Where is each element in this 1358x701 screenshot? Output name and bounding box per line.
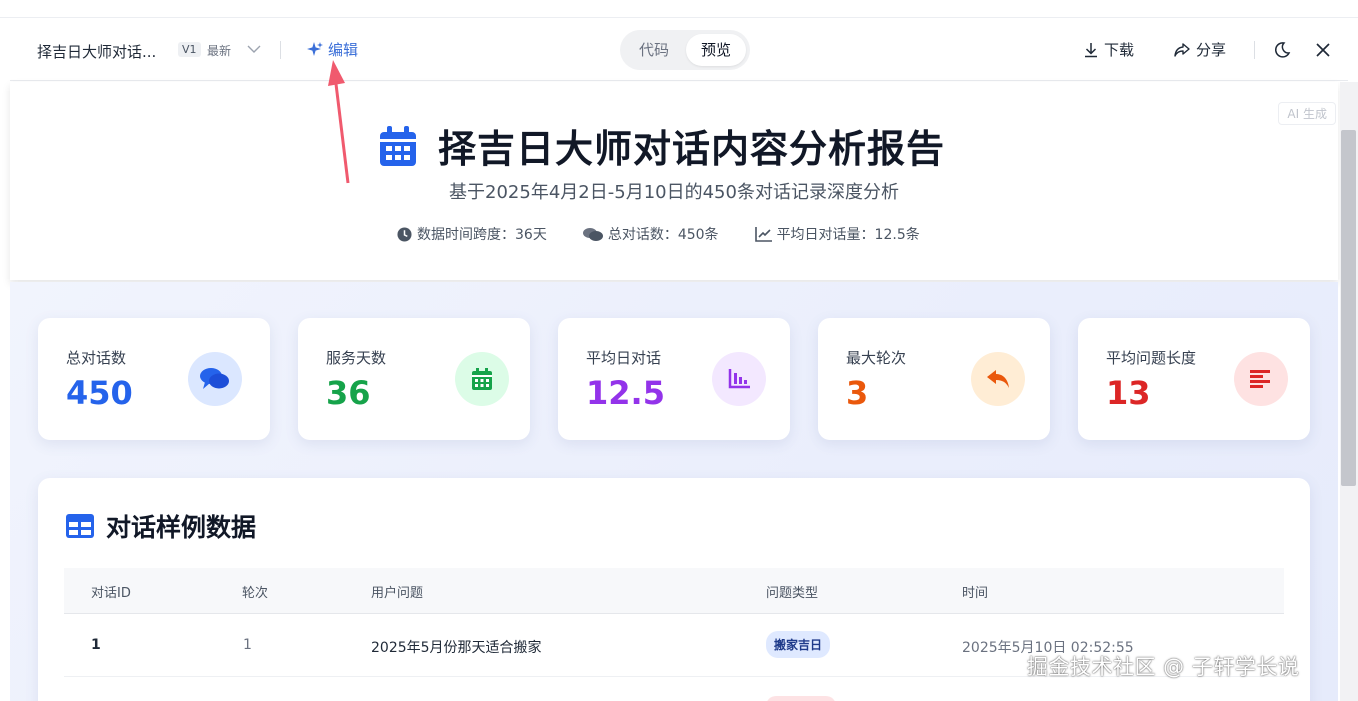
clock-icon <box>397 226 412 242</box>
report-meta: 数据时间跨度：36天 总对话数：450条 平均日对话量：12.5条 <box>397 224 920 244</box>
report-header: AI 生成 择吉日大师对话内容分析报告 基于2025年4月2日-5月10日的45… <box>10 82 1338 280</box>
report-subtitle: 基于2025年4月2日-5月10日的450条对话记录深度分析 <box>449 182 899 203</box>
column-header[interactable]: 问题类型 <box>766 582 818 601</box>
scrollbar-thumb[interactable] <box>1341 130 1356 486</box>
moon-icon <box>1274 42 1291 58</box>
tab-code[interactable]: 代码 <box>626 34 682 66</box>
download-icon <box>1085 42 1097 57</box>
column-header[interactable]: 用户问题 <box>371 582 423 601</box>
stat-card-max-round: 最大轮次 3 <box>818 318 1050 440</box>
edit-label: 编辑 <box>328 41 359 59</box>
stat-value: 450 <box>66 374 133 412</box>
meta-avg: 平均日对话量：12.5条 <box>754 224 920 244</box>
meta-time-span-text: 数据时间跨度：36天 <box>417 227 547 243</box>
type-badge: 搬家吉日 <box>766 631 831 658</box>
chart-line-icon <box>712 352 766 406</box>
cell-id: 1 <box>91 637 101 653</box>
document-title[interactable]: 择吉日大师对话... <box>37 41 156 62</box>
download-label: 下载 <box>1104 41 1135 59</box>
edit-button[interactable]: 编辑 <box>306 39 358 60</box>
table-title: 对话样例数据 <box>106 513 257 542</box>
view-toggle: 代码 预览 <box>620 30 750 70</box>
stat-label: 最大轮次 <box>846 349 907 367</box>
ai-generated-badge: AI 生成 <box>1278 102 1336 125</box>
report-title-row: 择吉日大师对话内容分析报告 <box>380 118 945 173</box>
close-icon <box>1316 43 1330 57</box>
meta-avg-text: 平均日对话量：12.5条 <box>776 227 920 243</box>
type-badge-partial <box>766 696 836 701</box>
table-icon <box>66 514 94 538</box>
report-title: 择吉日大师对话内容分析报告 <box>438 127 946 171</box>
watermark: 掘金技术社区 @ 子轩学长说 <box>1027 655 1300 679</box>
column-header[interactable]: 时间 <box>962 582 988 601</box>
stat-card-total: 总对话数 450 <box>38 318 270 440</box>
calendar-icon <box>455 352 509 406</box>
divider <box>1254 41 1255 59</box>
toolbar: 择吉日大师对话... V1 最新 编辑 代码 预览 下载 分享 <box>10 19 1348 81</box>
table-title-row: 对话样例数据 <box>66 508 256 544</box>
latest-label: 最新 <box>207 44 232 58</box>
reply-icon <box>971 352 1025 406</box>
stat-label: 服务天数 <box>326 349 387 367</box>
stat-value: 36 <box>326 374 371 412</box>
chart-line-icon <box>754 226 772 242</box>
stat-value: 3 <box>846 374 869 412</box>
align-left-icon <box>1234 352 1288 406</box>
close-button[interactable] <box>1312 39 1334 61</box>
tab-preview[interactable]: 预览 <box>686 34 746 66</box>
meta-total: 总对话数：450条 <box>582 224 719 244</box>
column-header[interactable]: 对话ID <box>91 582 131 601</box>
stat-value: 13 <box>1106 374 1151 412</box>
annotation-arrow <box>328 60 350 184</box>
comments-icon <box>582 227 603 241</box>
stat-label: 总对话数 <box>66 349 127 367</box>
chevron-down-icon[interactable] <box>246 41 262 57</box>
stat-card-avg-length: 平均问题长度 13 <box>1078 318 1310 440</box>
calendar-icon <box>380 125 416 166</box>
stat-label: 平均日对话 <box>586 349 662 367</box>
meta-time-span: 数据时间跨度：36天 <box>397 224 547 244</box>
stat-value: 12.5 <box>586 374 665 412</box>
version-badge: V1 <box>178 42 201 57</box>
cell-round: 1 <box>243 637 252 653</box>
column-header[interactable]: 轮次 <box>242 582 268 601</box>
sparkle-icon <box>307 41 323 56</box>
window-top-strip <box>0 0 1358 18</box>
comments-icon <box>188 352 242 406</box>
stat-label: 平均问题长度 <box>1106 349 1197 367</box>
stat-card-days: 服务天数 36 <box>298 318 530 440</box>
share-button[interactable]: 分享 <box>1173 39 1226 60</box>
stat-card-avg: 平均日对话 12.5 <box>558 318 790 440</box>
cell-question: 2025年5月份那天适合搬家 <box>371 640 542 656</box>
share-label: 分享 <box>1196 41 1227 59</box>
theme-toggle-button[interactable] <box>1271 39 1293 61</box>
share-icon <box>1174 42 1190 57</box>
divider <box>280 41 281 59</box>
table-header: 对话ID 轮次 用户问题 问题类型 时间 <box>64 568 1284 614</box>
meta-total-text: 总对话数：450条 <box>607 227 719 243</box>
download-button[interactable]: 下载 <box>1083 39 1134 60</box>
